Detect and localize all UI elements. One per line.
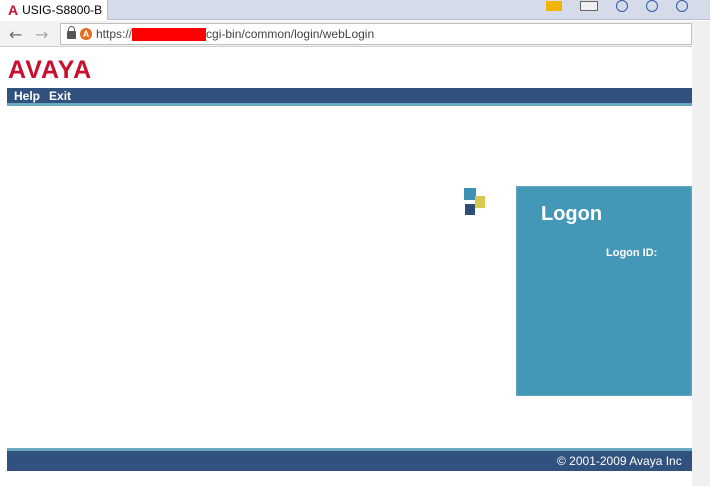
settings-icon[interactable]	[676, 0, 688, 12]
refresh-icon[interactable]	[646, 0, 658, 12]
back-arrow-icon[interactable]: ←	[9, 25, 22, 44]
yellow-square	[475, 196, 485, 208]
decorative-squares	[464, 188, 486, 216]
nav-exit-link[interactable]: Exit	[49, 89, 71, 103]
window-edge	[692, 21, 710, 486]
address-bar: ← → A https:// cgi-bin/common/login/webL…	[0, 21, 692, 47]
lock-icon	[67, 26, 76, 39]
browser-toolbar	[546, 0, 688, 12]
history-icon[interactable]	[616, 0, 628, 12]
logon-title: Logon	[541, 203, 603, 225]
reading-view-icon[interactable]	[580, 1, 598, 11]
nav-help-link[interactable]: Help	[14, 89, 40, 103]
footer-bar: © 2001-2009 Avaya Inc	[7, 451, 692, 471]
top-nav: Help Exit	[7, 88, 692, 106]
compat-icon[interactable]	[546, 1, 562, 11]
warning-icon: A	[80, 28, 92, 40]
url-path: cgi-bin/common/login/webLogin	[206, 27, 375, 41]
url-scheme: https://	[96, 27, 133, 41]
logon-id-label: Logon ID:	[606, 247, 658, 259]
url-field[interactable]: A https:// cgi-bin/common/login/webLogin	[60, 23, 692, 45]
navy-square	[465, 204, 475, 215]
avaya-favicon-icon: A	[8, 2, 19, 18]
copyright-text: © 2001-2009 Avaya Inc	[557, 454, 682, 468]
forward-arrow-icon[interactable]: →	[35, 25, 48, 44]
logon-panel: Logon Logon ID:	[516, 186, 692, 396]
redacted-host	[132, 27, 207, 41]
tab-title: USIG-S8800-B	[22, 3, 103, 17]
avaya-logo: AVAYA	[8, 56, 93, 84]
browser-tabstrip: A USIG-S8800-B	[0, 0, 710, 20]
browser-tab[interactable]: A USIG-S8800-B	[0, 0, 108, 20]
